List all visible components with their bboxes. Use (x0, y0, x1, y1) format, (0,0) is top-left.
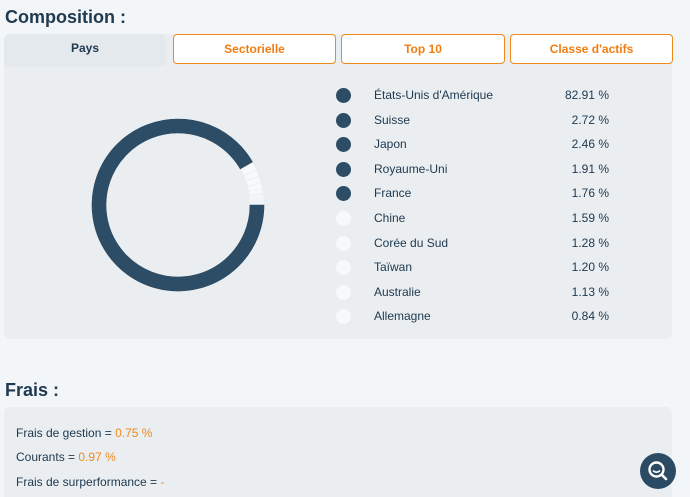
legend-dot (336, 284, 351, 300)
legend-value: 1.59 % (571, 210, 609, 225)
fee-gestion: Frais de gestion = 0.75 % (16, 426, 152, 440)
legend-label: Japon (374, 137, 407, 152)
tab-sectorielle[interactable]: Sectorielle (173, 34, 336, 64)
legend-label: États-Unis d'Amérique (374, 88, 494, 102)
legend-row-france: France 1.76 % (336, 182, 626, 207)
legend-value: 2.46 % (571, 137, 609, 152)
fee-value: 0.97 % (78, 450, 116, 464)
composition-tabs: Pays Sectorielle Top 10 Classe d'actifs (4, 34, 673, 66)
legend-dot (336, 137, 351, 153)
fee-surperformance: Frais de surperformance = - (16, 475, 164, 489)
tab-top-10[interactable]: Top 10 (341, 34, 505, 64)
tab-pays[interactable]: Pays (4, 34, 166, 66)
legend-row-royaume-uni: Royaume-Uni 1.91 % (336, 158, 626, 183)
composition-title: Composition : (5, 7, 126, 27)
legend-row-allemagne: Allemagne 0.84 % (336, 305, 626, 330)
legend-value: 0.84 % (571, 309, 609, 324)
search-icon (648, 461, 668, 481)
legend-label: Royaume-Uni (374, 161, 448, 176)
country-donut-chart (91, 118, 265, 292)
legend-row-etats-unis: États-Unis d'Amérique 82.91 % (336, 84, 626, 109)
legend-label: Corée du Sud (374, 235, 449, 250)
legend-value: 2.72 % (571, 112, 609, 127)
fees-title: Frais : (5, 380, 60, 400)
legend-dot (336, 235, 351, 251)
legend-label: Taïwan (374, 260, 413, 275)
legend-row-coree-du-sud: Corée du Sud 1.28 % (336, 232, 626, 257)
legend-value: 82.91 % (564, 88, 609, 102)
legend-value: 1.20 % (571, 260, 609, 275)
legend-value: 1.13 % (571, 284, 609, 299)
legend-dot (336, 260, 351, 276)
fee-value: 0.75 % (115, 426, 153, 440)
legend-dot (336, 88, 351, 103)
legend-label: France (374, 186, 412, 201)
search-button[interactable] (640, 453, 676, 489)
fee-label: Frais de gestion = (16, 426, 116, 440)
legend-dot (336, 161, 351, 177)
fee-courants: Courants = 0.97 % (16, 450, 116, 464)
legend-row-australie: Australie 1.13 % (336, 281, 626, 306)
legend-dot (336, 112, 351, 128)
fee-label: Frais de surperformance = (16, 475, 161, 489)
legend-label: Allemagne (374, 309, 431, 324)
legend-value: 1.91 % (571, 161, 609, 176)
legend-dot (336, 186, 351, 202)
legend-row-japon: Japon 2.46 % (336, 133, 626, 158)
country-legend: États-Unis d'Amérique 82.91 % Suisse 2.7… (336, 84, 626, 330)
legend-label: Chine (374, 210, 406, 225)
legend-label: Suisse (374, 112, 411, 127)
legend-row-chine: Chine 1.59 % (336, 207, 626, 232)
legend-dot (336, 309, 351, 325)
legend-value: 1.28 % (571, 235, 609, 250)
legend-value: 1.76 % (571, 186, 609, 201)
legend-dot (336, 210, 351, 226)
legend-label: Australie (374, 284, 421, 299)
fee-label: Courants = (16, 450, 79, 464)
legend-row-suisse: Suisse 2.72 % (336, 109, 626, 134)
fee-value: - (160, 475, 165, 489)
tab-classe-actifs[interactable]: Classe d'actifs (510, 34, 673, 64)
legend-row-taiwan: Taïwan 1.20 % (336, 256, 626, 281)
